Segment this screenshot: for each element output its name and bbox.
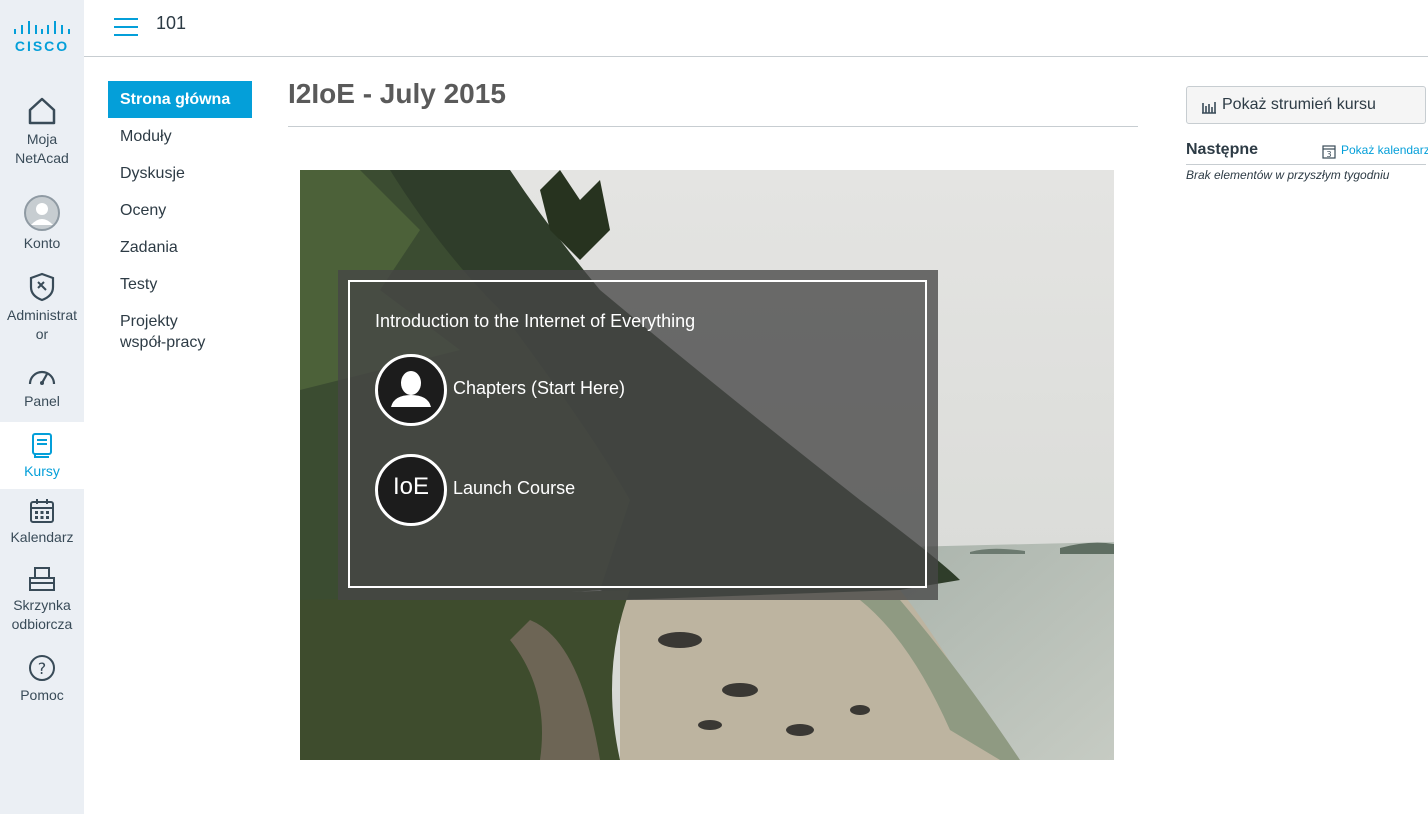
course-intro-panel: Introduction to the Internet of Everythi… [338,270,938,600]
person-icon [375,354,447,426]
inbox-icon [29,567,55,591]
top-header: 101 [84,0,1428,57]
course-hero-image: Introduction to the Internet of Everythi… [300,170,1114,760]
launch-course-label: Launch Course [453,478,576,498]
chapters-link-label: Chapters (Start Here) [453,378,626,398]
stream-chart-icon [1202,102,1216,114]
nav-administrator[interactable]: Administrator [0,272,84,348]
nav-label: Pomoc [20,687,64,703]
view-course-stream-button[interactable]: Pokaż strumień kursu [1186,86,1426,124]
upcoming-heading: Następne [1186,141,1259,158]
launch-course-link[interactable]: IoE Launch Course [375,454,775,526]
nav-label: Konto [23,235,61,251]
cisco-bars-icon [14,21,70,34]
course-nav: Strona główna Moduły Dyskusje Oceny Zada… [108,81,252,369]
nav-label: Administrator [6,307,78,342]
global-nav: CISCO Moja NetAcad Konto Administrator P… [0,0,84,814]
breadcrumb-course[interactable]: 101 [156,13,186,34]
hamburger-menu-icon[interactable] [114,18,138,38]
view-course-stream-label: Pokaż strumień kursu [1222,96,1376,113]
upcoming-divider [1186,164,1426,165]
course-nav-assignments[interactable]: Zadania [108,237,252,258]
cisco-logo[interactable]: CISCO [0,0,84,80]
ioe-badge-text: IoE [392,473,430,500]
dashboard-icon [28,370,56,385]
calendar-day-number: 3 [1326,150,1331,159]
page-title: I2IoE - July 2015 [288,78,506,109]
home-icon [28,97,56,125]
course-nav-grades[interactable]: Oceny [108,200,252,221]
nav-skrzynka-odbiorcza[interactable]: Skrzynka odbiorcza [0,566,84,636]
nav-konto[interactable]: Konto [0,194,84,256]
nav-label: Kalendarz [10,529,74,545]
course-nav-modules[interactable]: Moduły [108,126,252,147]
nav-label: Skrzynka odbiorcza [11,597,73,632]
chapters-link[interactable]: Chapters (Start Here) [375,354,775,426]
nav-label: Kursy [24,463,60,479]
title-divider [288,126,1138,127]
courses-icon [32,433,52,458]
nav-kalendarz[interactable]: Kalendarz [0,498,84,548]
admin-shield-icon [29,272,55,302]
nav-panel[interactable]: Panel [0,364,84,416]
nav-kursy[interactable]: Kursy [0,422,84,489]
nav-pomoc[interactable]: ? Pomoc [0,654,84,706]
svg-text:?: ? [38,659,47,678]
calendar-icon [30,499,54,523]
view-calendar-label: Pokaż kalendarz [1341,143,1428,157]
course-nav-collaborations[interactable]: Projekty współ-pracy [108,311,238,353]
nav-label: Panel [24,393,60,409]
nav-moja-netacad[interactable]: Moja NetAcad [0,96,84,178]
cisco-logo-text: CISCO [14,38,70,54]
calendar-small-icon: 3 [1322,145,1336,159]
course-nav-discussions[interactable]: Dyskusje [108,163,252,184]
help-icon: ? [29,655,55,681]
course-nav-quizzes[interactable]: Testy [108,274,252,295]
ioe-badge-icon: IoE [375,454,447,526]
course-intro-title: Introduction to the Internet of Everythi… [375,311,696,331]
upcoming-empty-text: Brak elementów w przyszłym tygodniu [1186,168,1390,182]
nav-label: Moja NetAcad [15,131,69,166]
course-nav-home[interactable]: Strona główna [108,81,252,118]
avatar-icon [24,195,60,231]
